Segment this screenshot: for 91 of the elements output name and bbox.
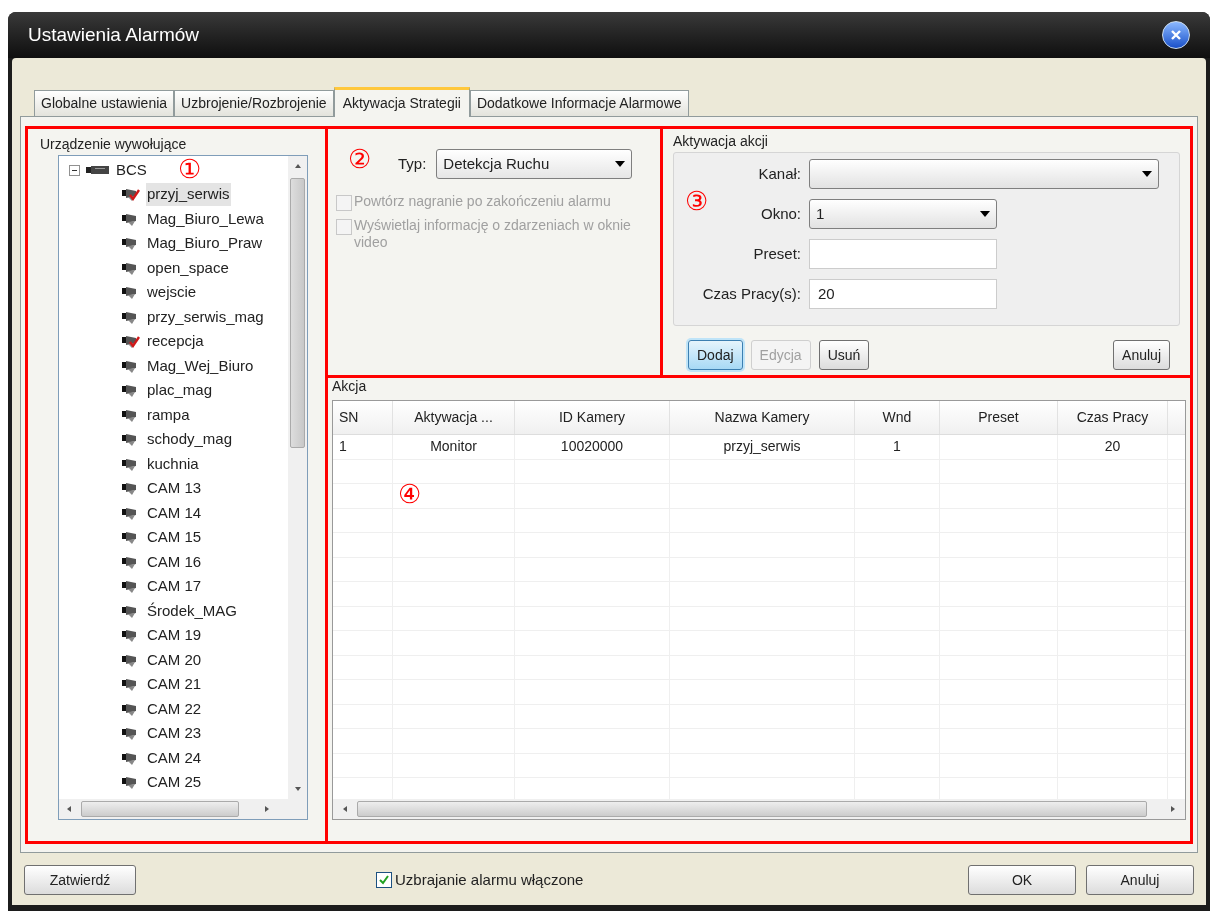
column-header[interactable]: Nazwa Kamery (670, 401, 855, 434)
column-header[interactable]: Wnd (855, 401, 940, 434)
tree-item[interactable]: przy_serwis_mag (146, 305, 265, 328)
annotation-number: ① (178, 157, 201, 183)
scroll-right-icon[interactable] (263, 805, 271, 813)
column-header[interactable]: Czas Pracy (1058, 401, 1168, 434)
group-title: Urządzenie wywołujące (40, 135, 187, 153)
close-icon (1170, 29, 1182, 41)
scroll-left-icon[interactable] (341, 805, 349, 813)
field-label: Typ: (398, 153, 427, 174)
tab[interactable]: Uzbrojenie/Rozbrojenie (174, 90, 334, 116)
tree-item[interactable]: Mag_Biuro_Praw (146, 232, 264, 255)
field-label: Kanał: (757, 163, 801, 184)
tree-item[interactable]: CAM 17 (146, 575, 203, 598)
tree-item[interactable]: CAM 16 (146, 550, 203, 573)
text-field[interactable] (809, 239, 997, 269)
tree-item[interactable]: CAM 21 (146, 673, 203, 696)
horizontal-scrollbar[interactable] (59, 799, 307, 819)
field-label: Okno: (759, 203, 801, 224)
tab[interactable]: Aktywacja Strategii (333, 87, 470, 117)
tree-item[interactable]: recepcja (146, 330, 205, 353)
field-label: Preset: (752, 243, 801, 264)
scrollbar-thumb[interactable] (81, 801, 239, 817)
tree-item[interactable]: rampa (146, 403, 191, 426)
group-title: Aktywacja akcji (673, 133, 768, 149)
checkbox[interactable] (376, 872, 392, 888)
checkbox-label: Powtórz nagranie po zakończeniu alarmu (354, 193, 612, 210)
tree-item[interactable]: CAM 24 (146, 746, 203, 769)
scrollbar-thumb[interactable] (290, 178, 305, 448)
text-field[interactable]: 20 (809, 279, 997, 309)
dropdown-arrow-icon (1142, 171, 1152, 177)
group-title: Akcja (332, 378, 368, 394)
tree-item[interactable]: CAM 23 (146, 722, 203, 745)
table-cell: 20 (1058, 435, 1168, 459)
annotation-number: ② (348, 147, 371, 173)
table-cell: 1 (855, 435, 940, 459)
close-button[interactable] (1162, 21, 1190, 49)
apply-button[interactable]: Zatwierdź (24, 865, 136, 895)
dropdown[interactable] (809, 159, 1159, 189)
vertical-scrollbar[interactable] (288, 156, 307, 799)
tree-item[interactable]: Mag_Biuro_Lewa (146, 207, 265, 230)
table-cell: 10020000 (515, 435, 670, 459)
tree-item[interactable]: BCS (116, 158, 147, 182)
column-header[interactable]: Aktywacja ... (393, 401, 515, 434)
check-icon (378, 874, 390, 886)
field-label: Czas Pracy(s): (701, 283, 801, 304)
tree-item[interactable]: kuchnia (146, 452, 200, 475)
tree-item[interactable]: Mag_Wej_Biuro (146, 354, 255, 377)
tree-item[interactable]: wejscie (146, 281, 198, 304)
window-title: Ustawienia Alarmów (28, 22, 200, 47)
tree-item[interactable]: open_space (146, 256, 230, 279)
tree-item[interactable]: CAM 13 (146, 477, 203, 500)
scroll-up-icon[interactable] (293, 162, 302, 170)
tree-item[interactable]: przyj_serwis (146, 183, 231, 206)
table-cell: przyj_serwis (670, 435, 855, 459)
tab[interactable]: Dodatkowe Informacje Alarmowe (469, 90, 689, 116)
tree-item[interactable]: CAM 22 (146, 697, 203, 720)
checkbox-label: Uzbrajanie alarmu włączone (395, 869, 584, 890)
scroll-down-icon[interactable] (293, 785, 302, 793)
scrollbar-thumb[interactable] (357, 801, 1147, 817)
dropdown-arrow-icon (980, 211, 990, 217)
action-button[interactable]: Anuluj (1113, 340, 1170, 370)
checkbox-label: Wyświetlaj informację o zdarzeniach w oknie video (354, 217, 632, 251)
column-header[interactable]: Preset (940, 401, 1058, 434)
recorder-icon (86, 165, 110, 175)
tree-item[interactable]: Środek_MAG (146, 599, 239, 622)
annotation-number: ④ (398, 482, 421, 508)
table-cell: Monitor (393, 435, 515, 459)
expand-toggle[interactable] (69, 164, 80, 176)
scroll-right-icon[interactable] (1169, 805, 1177, 813)
dropdown[interactable]: 1 (809, 199, 997, 229)
tree-item[interactable]: CAM 14 (146, 501, 203, 524)
tree-item[interactable]: schody_mag (146, 428, 234, 451)
scroll-left-icon[interactable] (65, 805, 73, 813)
type-dropdown[interactable]: Detekcja Ruchu (436, 149, 633, 179)
action-button[interactable]: Dodaj (688, 340, 743, 370)
tree-item[interactable]: CAM 20 (146, 648, 203, 671)
table-cell: 1 (333, 435, 393, 459)
dialog-button[interactable]: Anuluj (1086, 865, 1194, 895)
dropdown-arrow-icon (615, 161, 626, 167)
tree-item[interactable]: CAM 19 (146, 624, 203, 647)
dialog-button[interactable]: OK (968, 865, 1076, 895)
column-header[interactable]: ID Kamery (515, 401, 670, 434)
tree-item[interactable]: plac_mag (146, 379, 214, 402)
tab[interactable]: Globalne ustawienia (34, 90, 175, 116)
annotation-number: ③ (685, 189, 708, 215)
action-button[interactable]: Usuń (818, 340, 870, 370)
column-header[interactable]: SN (333, 401, 393, 434)
horizontal-scrollbar[interactable] (333, 799, 1185, 819)
tree-item[interactable]: CAM 15 (146, 526, 203, 549)
tree-item[interactable]: CAM 25 (146, 771, 203, 794)
